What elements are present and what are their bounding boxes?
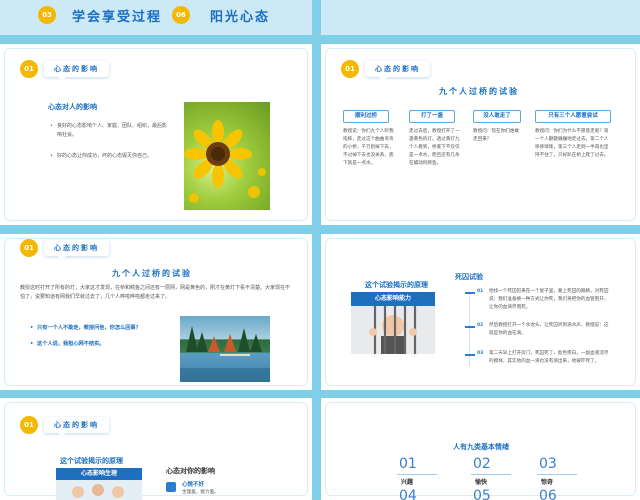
step-text: 第二天早上打开房门，死囚死了，脸色惨白，一副血液流尽的模样，其实他的血一滴也没有…	[489, 351, 609, 364]
emotion-underline	[537, 474, 577, 475]
column-text: 教授问：现在你们谁敢走回来？	[473, 129, 519, 142]
emotion-number: 01	[399, 456, 417, 472]
slide-number-badge: 01	[20, 416, 38, 434]
slide-thumb-1[interactable]: 03 学会享受过程 06 阳光心态	[0, 0, 312, 35]
lake-landscape-photo	[180, 316, 270, 382]
emotion-number: 02	[473, 456, 491, 472]
bullet-item: 只有一个人不敢走，教授问他，你怎么回事？	[30, 324, 170, 333]
step-text: 他找一个死囚犯来在一个屋子里，蒙上死囚的眼睛，对死囚说：我们准备换一种方式让你死…	[489, 289, 609, 310]
emotion-underline	[471, 474, 511, 475]
mood-item-text: 生理差，能力差。	[182, 490, 219, 495]
emotion-number: 03	[539, 456, 557, 472]
bullet-item: 良好的心态影响个人、家庭、团队、组织，最后影响社会。	[50, 122, 170, 140]
step-marker	[465, 292, 475, 294]
slide-thumb-3[interactable]: 01 心态的影响 心态对人的影响 良好的心态影响个人、家庭、团队、组织，最后影响…	[0, 44, 312, 225]
slide-thumb-8[interactable]: 人有九类基本情绪 01 兴趣 02 愉快 03 惊奇 04 05 06	[321, 398, 640, 500]
slide-tag: 心态的影响	[44, 240, 109, 260]
slide-number-badge: 01	[20, 239, 38, 257]
physiology-photo: 心态影响生理	[56, 468, 142, 500]
slide-title: 人有九类基本情绪	[453, 443, 509, 451]
column-header: 只有三个人愿意尝试	[535, 110, 611, 123]
slide-title: 九个人过桥的试验	[112, 268, 192, 278]
slide-tag: 心态的影响	[44, 61, 109, 81]
section-title: 学会享受过程	[72, 10, 163, 25]
slide-thumb-7[interactable]: 01 心态的影响 这个试验揭示的原理 心态影响生理 心态对你的影响 心情不好 生…	[0, 398, 312, 500]
principle-title: 这个试验揭示的原理	[60, 457, 123, 465]
slide-subtitle: 心态对人的影响	[48, 103, 97, 111]
step-marker	[465, 326, 475, 328]
step-marker	[465, 354, 475, 356]
slide-thumb-2[interactable]	[321, 0, 640, 35]
step-number: 02	[477, 323, 484, 328]
section-number-2: 06	[172, 6, 190, 24]
column-text: 教授说：你们九个人听我指挥，走过这个曲曲弯弯的小桥，千万别掉下去，不过掉下去也没…	[343, 129, 394, 166]
column-header: 打了一盏	[409, 110, 455, 123]
slide-thumb-4[interactable]: 01 心态的影响 九个人过桥的试验 顺利过桥 教授说：你们九个人听我指挥，走过这…	[321, 44, 640, 225]
emotion-label: 惊奇	[541, 479, 554, 486]
bullet-item: 好的心态让你成功，坏的心态毁灭你自己。	[50, 152, 170, 161]
slide-thumb-6[interactable]: 这个试验揭示的原理 心态影响能力 死囚试验 01 他找一个死囚犯来在一个屋子里，…	[321, 234, 640, 390]
slide-number-badge: 01	[341, 60, 359, 78]
emotion-underline	[397, 474, 437, 475]
slide-number-badge: 01	[20, 60, 38, 78]
experiment-title: 死囚试验	[455, 273, 483, 281]
bullet-item: 这个人说，我担心网不结实。	[30, 340, 170, 349]
emotion-label: 兴趣	[401, 479, 414, 486]
impact-title: 心态对你的影响	[166, 467, 215, 475]
section-number: 03	[38, 6, 56, 24]
slide-paragraph: 教授这时打开了所有的灯，大家这才发现，在桥和鳄鱼之间还有一层网，网是黄色的，刚才…	[20, 285, 291, 300]
emotion-number: 05	[473, 488, 491, 500]
slide-tag: 心态的影响	[365, 61, 430, 81]
mood-icon	[166, 482, 176, 492]
slide-title: 九个人过桥的试验	[439, 86, 519, 96]
prisoner-photo: 心态影响能力	[351, 292, 435, 354]
emotion-number: 06	[539, 488, 557, 500]
column-header: 顺利过桥	[343, 110, 389, 123]
slide-tag: 心态的影响	[44, 417, 109, 437]
step-number: 01	[477, 289, 484, 294]
column-text: 教授问：你们为什么不愿意走呢？第一个人颤颤巍巍地走过去，第二个人哆哆嗦嗦，第三个…	[535, 129, 609, 158]
emotion-number: 04	[399, 488, 417, 500]
section-title-2: 阳光心态	[210, 10, 271, 25]
step-number: 03	[477, 351, 484, 356]
mood-item-title: 心情不好	[182, 482, 205, 488]
principle-title: 这个试验揭示的原理	[365, 281, 428, 289]
emotion-label: 愉快	[475, 479, 488, 486]
sunflower-photo	[184, 102, 270, 210]
column-header: 没人敢走了	[473, 110, 521, 123]
slide-thumb-5[interactable]: 01 心态的影响 九个人过桥的试验 教授这时打开了所有的灯，大家这才发现，在桥和…	[0, 234, 312, 390]
column-text: 走过去后，教授打开了一盏黄色的灯。透过黄灯九个人看到，桥底下不仅仅是一点水，而且…	[409, 129, 460, 166]
step-text: 然后教授打开一个水龙头，让死囚听到滴水声，教授说：这就是你的血在滴。	[489, 323, 609, 336]
